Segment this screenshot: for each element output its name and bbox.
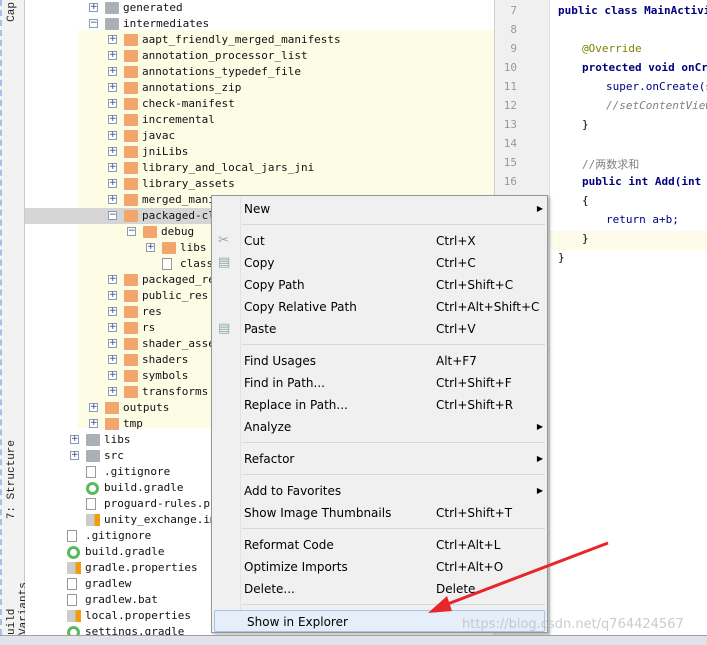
red-arrow — [444, 541, 609, 607]
annotation-overlay — [428, 541, 609, 613]
red-arrow-head — [428, 596, 452, 613]
status-bar — [0, 635, 707, 645]
watermark: https://blog.csdn.net/q764424567 — [462, 617, 684, 632]
